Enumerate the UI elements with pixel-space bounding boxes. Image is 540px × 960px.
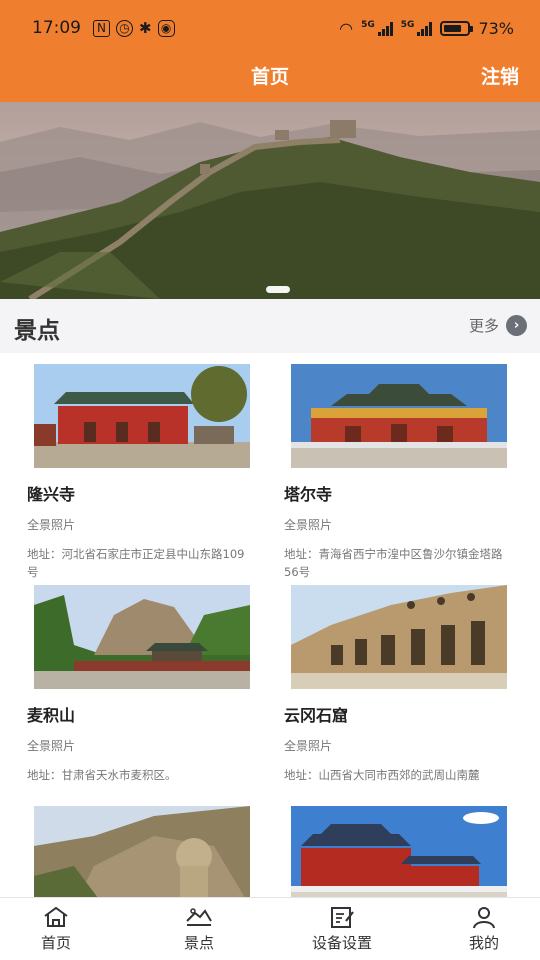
- attraction-address: 地址：青海省西宁市湟中区鲁沙尔镇金塔路56号: [284, 547, 503, 579]
- banner-carousel[interactable]: [0, 102, 540, 299]
- attraction-address: 地址：河北省石家庄市正定县中山东路109号: [27, 547, 245, 579]
- home-icon: [11, 904, 101, 930]
- attraction-name: 隆兴寺: [27, 485, 76, 504]
- attraction-image: [34, 806, 250, 897]
- network-type-2: 5G: [400, 20, 415, 30]
- attraction-card[interactable]: [27, 806, 277, 897]
- section-header: 景点 更多 ›: [0, 299, 540, 353]
- section-title: 景点: [14, 318, 60, 344]
- attraction-name: 塔尔寺: [284, 485, 333, 504]
- attraction-card[interactable]: 云冈石窟 全景照片 地址：山西省大同市西郊的武周山南麓: [284, 585, 534, 784]
- attraction-name: 云冈石窟: [284, 706, 349, 725]
- nav-scenery-label: 景点: [183, 934, 214, 952]
- user-icon: [439, 904, 529, 930]
- nfc-icon: N: [93, 19, 110, 37]
- attraction-tag: 全景照片: [284, 518, 333, 532]
- network-type-1: 5G: [361, 20, 375, 30]
- attraction-image: [34, 585, 250, 689]
- alarm-icon: ◷: [116, 19, 133, 37]
- attraction-image: [34, 364, 250, 468]
- attraction-card[interactable]: 塔尔寺 全景照片 地址：青海省西宁市湟中区鲁沙尔镇金塔路56号: [284, 364, 534, 581]
- battery-percent: 73%: [478, 18, 514, 38]
- signal-icon-2: 5G: [401, 20, 433, 36]
- status-time: 17:09: [32, 18, 81, 38]
- attraction-address: 地址：山西省大同市西郊的武周山南麓: [284, 768, 480, 782]
- more-link[interactable]: 更多 ›: [469, 315, 527, 336]
- nav-scenery[interactable]: 景点: [154, 904, 244, 953]
- chevron-right-icon: ›: [506, 315, 527, 336]
- eye-icon: ◉: [157, 19, 175, 37]
- nav-device-settings-label: 设备设置: [311, 934, 372, 952]
- signal-icon: 5G: [361, 20, 393, 36]
- nav-home[interactable]: 首页: [11, 904, 101, 953]
- wifi-icon: ◠: [339, 18, 354, 38]
- attraction-tag: 全景照片: [284, 739, 333, 753]
- app-bar: 首页 注销: [0, 56, 540, 102]
- attraction-tag: 全景照片: [27, 518, 76, 532]
- attraction-address: 地址：甘肃省天水市麦积区。: [27, 768, 177, 782]
- edit-icon: [297, 904, 387, 930]
- attraction-tag: 全景照片: [27, 739, 76, 753]
- nav-home-label: 首页: [40, 934, 71, 952]
- page-title: 首页: [250, 66, 289, 88]
- bluetooth-icon: ✱: [139, 19, 152, 37]
- nav-profile[interactable]: 我的: [439, 904, 529, 953]
- carousel-indicator[interactable]: [266, 286, 290, 293]
- attraction-card[interactable]: 麦积山 全景照片 地址：甘肃省天水市麦积区。: [27, 585, 277, 784]
- attraction-grid: 隆兴寺 全景照片 地址：河北省石家庄市正定县中山东路109号 塔尔寺 全景照片 …: [0, 353, 540, 897]
- attraction-name: 麦积山: [27, 706, 76, 725]
- attraction-card[interactable]: 隆兴寺 全景照片 地址：河北省石家庄市正定县中山东路109号: [27, 364, 277, 581]
- attraction-card[interactable]: [284, 806, 534, 897]
- attraction-image: [291, 585, 507, 689]
- battery-icon: [440, 20, 474, 36]
- bottom-nav: 首页 景点 设备设置 我的: [0, 897, 540, 960]
- scenery-icon: [154, 904, 244, 930]
- status-bar: 17:09 N ◷ ✱ ◉ ◠ 5G 5G 73%: [0, 0, 540, 56]
- banner-image: [0, 102, 540, 299]
- more-label: 更多: [468, 317, 499, 335]
- nav-profile-label: 我的: [468, 934, 499, 952]
- attraction-image: [291, 806, 507, 897]
- attraction-image: [291, 364, 507, 468]
- nav-device-settings[interactable]: 设备设置: [297, 904, 387, 953]
- logout-button[interactable]: 注销: [481, 62, 519, 89]
